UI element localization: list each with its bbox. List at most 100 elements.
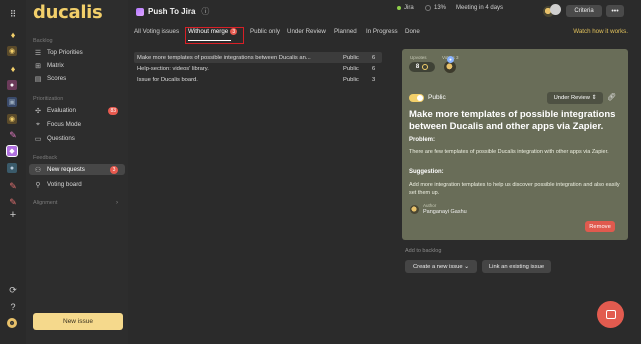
chat-button[interactable] — [597, 301, 624, 328]
user-avatar-icon[interactable]: ☻ — [7, 318, 17, 328]
issue-votes: 6 — [372, 54, 376, 61]
board-avatar-icon[interactable]: ● — [7, 163, 17, 173]
sidebar-item-evaluation[interactable]: ✣ Evaluation 83 — [29, 105, 125, 116]
voter-badge: ● — [447, 56, 454, 63]
voter-avatar[interactable]: ● — [444, 56, 456, 73]
upvote-button[interactable]: 8 — [409, 62, 435, 72]
help-icon[interactable]: ? — [7, 301, 19, 313]
section-backlog: Backlog — [33, 38, 53, 44]
integration-label: Jira — [404, 5, 414, 11]
add-board-icon[interactable]: + — [7, 209, 19, 221]
sidebar-item-new-requests[interactable]: ⚇ New requests 3 — [29, 164, 125, 175]
sidebar-item-voting-board[interactable]: ⚲ Voting board — [29, 179, 125, 190]
more-menu-button[interactable]: ••• — [606, 5, 624, 17]
jira-board-icon — [136, 7, 144, 16]
criteria-button[interactable]: Criteria — [566, 5, 602, 17]
pencil-icon[interactable]: ✎ — [7, 180, 19, 192]
list-item[interactable]: Make more templates of possible integrat… — [134, 52, 382, 63]
users-icon: ⚇ — [34, 166, 42, 174]
header: Push To Jira ⓘ Jira 13% Meeting in 4 day… — [128, 0, 641, 24]
author-avatar — [410, 205, 419, 214]
status-dot-icon — [397, 6, 401, 10]
issue-votes: 3 — [372, 76, 376, 83]
board-avatar-icon[interactable]: ◉ — [7, 114, 17, 124]
board-avatar-icon[interactable]: ● — [7, 80, 17, 90]
link-existing-issue-button[interactable]: Link an existing issue — [482, 260, 551, 273]
section-alignment-label: Alignment — [33, 199, 58, 206]
table-icon: ▤ — [34, 75, 42, 83]
progress-value: 13% — [434, 5, 447, 11]
evaluation-badge: 83 — [108, 106, 118, 115]
issue-list: Make more templates of possible integrat… — [134, 52, 382, 85]
progress-indicator[interactable]: 13% — [425, 5, 446, 11]
board-avatar-icon[interactable]: ▣ — [7, 97, 17, 107]
sync-icon[interactable]: ⟳ — [7, 284, 19, 296]
pin-icon[interactable]: ♦ — [7, 63, 19, 75]
tab-all-voting-issues[interactable]: All Voting issues — [134, 28, 179, 35]
meeting-label: Meeting in 4 days — [456, 5, 504, 11]
public-toggle[interactable] — [409, 94, 424, 102]
sidebar-item-label: Matrix — [47, 62, 64, 69]
sidebar-item-label: Questions — [47, 135, 75, 142]
info-icon[interactable]: ⓘ — [201, 6, 209, 17]
status-select[interactable]: Under Review ⇕ — [547, 92, 603, 104]
sidebar-item-label: Top Priorities — [47, 49, 83, 56]
pencil-icon[interactable]: ✎ — [7, 196, 19, 208]
tab-in-progress[interactable]: In Progress — [366, 28, 398, 35]
issue-votes: 6 — [372, 65, 376, 72]
board-avatar-icon[interactable]: ◉ — [7, 46, 17, 56]
vote-ring-icon — [422, 64, 429, 70]
tab-public-only[interactable]: Public only — [250, 28, 280, 35]
issue-visibility: Public — [343, 54, 359, 61]
tab-done[interactable]: Done — [405, 28, 420, 35]
remove-button[interactable]: Remove — [585, 221, 615, 232]
public-label: Public — [428, 94, 446, 101]
sidebar-item-label: New requests — [47, 166, 85, 173]
sidebar-item-scores[interactable]: ▤ Scores — [29, 73, 125, 84]
list-item[interactable]: Help-section: videos' library. Public 6 — [134, 63, 382, 74]
pin-icon: ⚲ — [35, 181, 41, 189]
grid-menu-icon[interactable]: ⠿ — [7, 8, 19, 20]
tab-under-review[interactable]: Under Review — [287, 28, 326, 35]
sidebar-item-questions[interactable]: ▭ Questions — [29, 133, 125, 144]
section-alignment[interactable]: Alignment › — [29, 197, 125, 208]
list-icon: ☰ — [34, 49, 42, 57]
sidebar-item-matrix[interactable]: ⊞ Matrix — [29, 60, 125, 71]
compass-icon: ✣ — [35, 107, 41, 115]
issue-title: Make more templates of possible integrat… — [137, 54, 311, 61]
link-icon[interactable]: 🔗︎ — [607, 93, 616, 101]
watch-how-link[interactable]: Watch how it works. — [573, 28, 628, 35]
add-to-backlog-label: Add to backlog — [405, 248, 442, 254]
issue-detail-title: Make more templates of possible integrat… — [409, 109, 616, 132]
suggestion-heading: Suggestion: — [409, 169, 444, 175]
meeting-info[interactable]: Meeting in 4 days — [456, 5, 503, 11]
tab-planned[interactable]: Planned — [334, 28, 357, 35]
voters-count: 3 — [456, 55, 459, 60]
upvotes-label: Upvotes — [410, 55, 427, 60]
page-title: Push To Jira — [148, 7, 196, 16]
sidebar-item-focus-mode[interactable]: ⌖ Focus Mode — [29, 119, 125, 130]
sidebar-item-label: Focus Mode — [47, 121, 82, 128]
suggestion-text: Add more integration templates to help u… — [409, 182, 620, 196]
team-avatars[interactable] — [543, 4, 561, 18]
integration-status[interactable]: Jira — [397, 5, 414, 11]
chevron-right-icon: › — [115, 199, 118, 206]
avatar — [550, 4, 561, 15]
create-new-issue-button[interactable]: Create a new issue ⌄ — [405, 260, 477, 273]
progress-ring-icon — [425, 5, 431, 11]
problem-text: There are few templates of possible Duca… — [409, 149, 609, 155]
problem-heading: Problem: — [409, 137, 436, 143]
list-item[interactable]: Issue for Ducalis board. Public 3 — [134, 74, 382, 85]
icon-rail: ⠿ ♦ ◉ ♦ ● ▣ ◉ ✎ ◆ ● ✎ ✎ + ⟳ ? ☻ — [0, 0, 26, 344]
pencil-icon[interactable]: ✎ — [7, 129, 19, 141]
author-label: Author — [423, 203, 437, 208]
jira-board-icon[interactable]: ◆ — [6, 145, 18, 157]
new-issue-button[interactable]: New issue — [33, 313, 123, 330]
app-logo[interactable]: ducalis — [33, 2, 103, 23]
chat-icon — [605, 310, 616, 319]
sidebar-item-top-priorities[interactable]: ☰ Top Priorities — [29, 47, 125, 58]
author-name: Panganayi Gashu — [423, 209, 467, 215]
issue-title: Help-section: videos' library. — [137, 65, 209, 72]
pin-icon[interactable]: ♦ — [7, 29, 19, 41]
new-requests-badge: 3 — [110, 165, 118, 174]
